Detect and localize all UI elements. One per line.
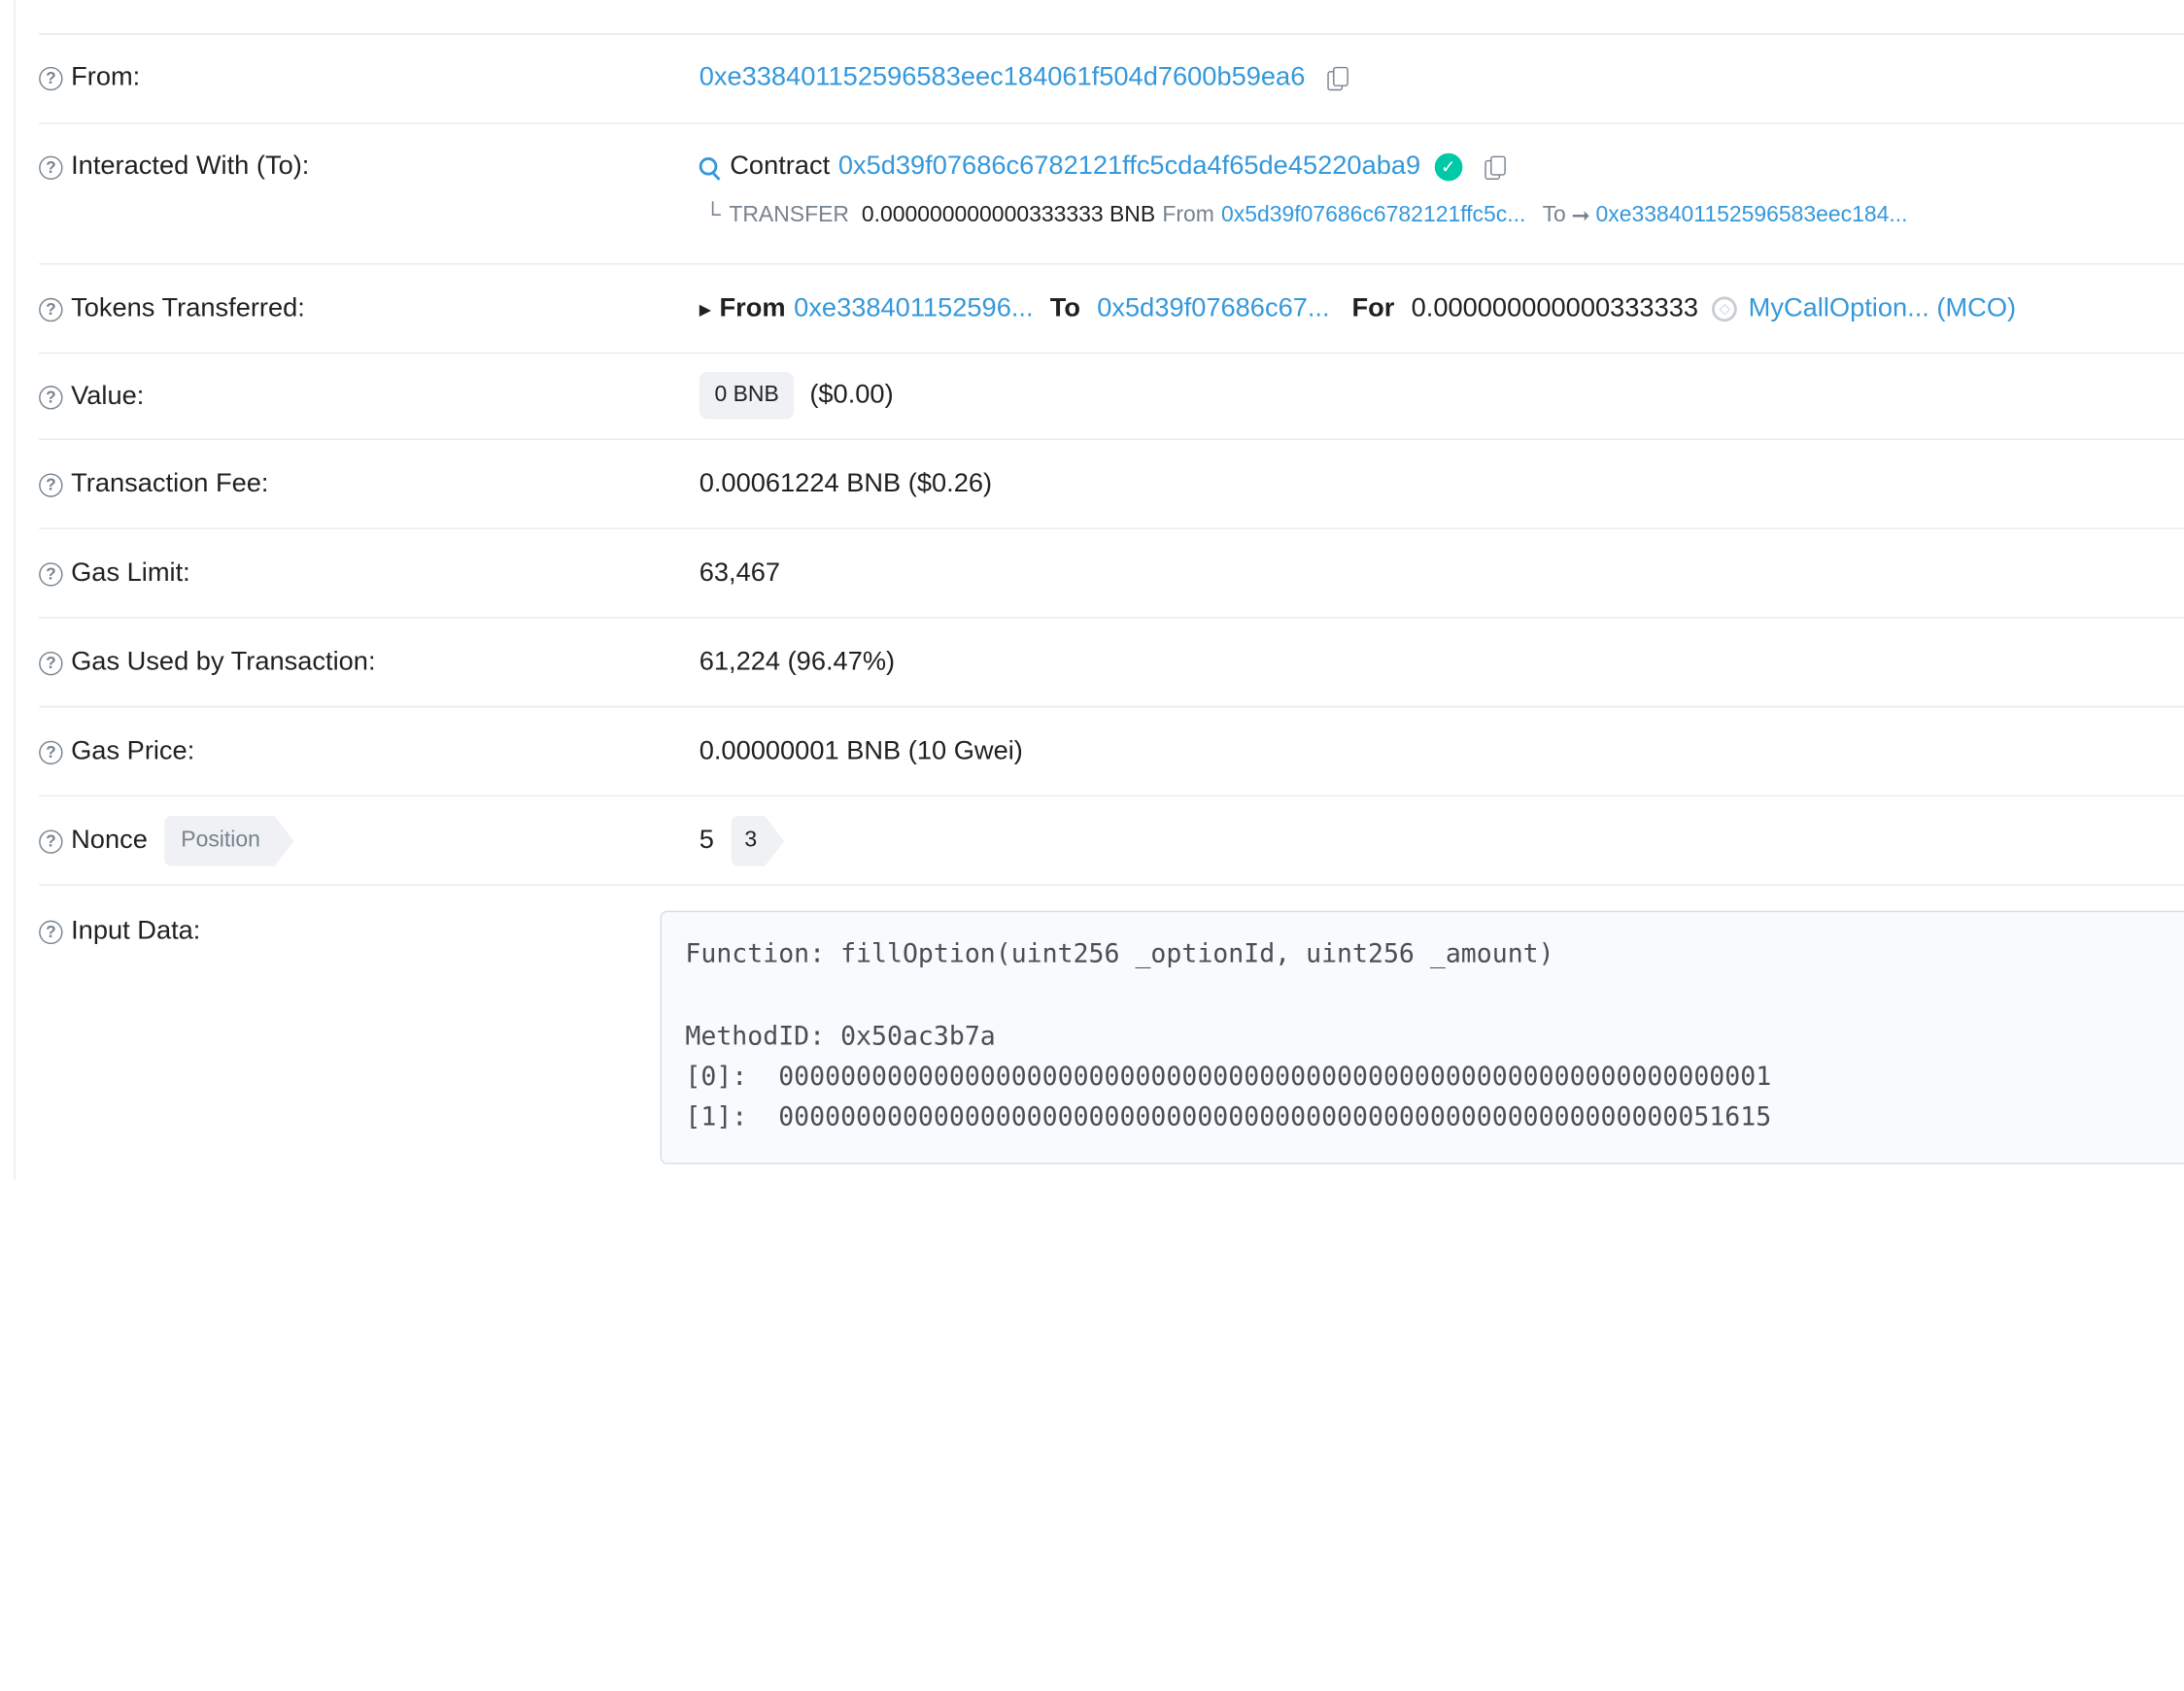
row-nonce: ? Nonce Position 5 3 [39,795,2184,886]
transfer-to-word: To [1542,203,1566,227]
help-icon[interactable]: ? [39,651,63,675]
param-1-line: [1]: 00000000000000000000000000000000000… [685,1102,1772,1133]
row-value: ? Value: 0 BNB ($0.00) [39,352,2184,440]
row-gas-limit: ? Gas Limit: 63,467 [39,527,2184,618]
gas-limit-label: Gas Limit: [71,558,190,589]
token-logo-icon: ◇ [1712,296,1738,322]
tokens-label: Tokens Transferred: [71,293,305,323]
value-badge: 0 BNB [699,371,795,420]
copy-icon[interactable] [1484,155,1506,180]
row-transaction-fee: ? Transaction Fee: 0.00061224 BNB ($0.26… [39,438,2184,529]
tokens-for-word: For [1351,293,1395,323]
contract-word: Contract [730,152,831,182]
row-from: ? From: 0xe338401152596583eec184061f504d… [39,33,2184,123]
help-icon[interactable]: ? [39,740,63,764]
function-signature-line: Function: fillOption(uint256 _optionId, … [685,939,1554,969]
help-icon[interactable]: ? [39,919,63,944]
interacted-label: Interacted With (To): [71,152,310,182]
help-icon[interactable]: ? [39,297,63,321]
search-contract-icon[interactable] [699,157,719,177]
nonce-value: 5 [699,826,714,856]
gas-price-value: 0.00000001 BNB (10 Gwei) [699,736,1023,766]
token-link[interactable]: MyCallOption... (MCO) [1749,294,2016,325]
input-data-box[interactable]: Function: fillOption(uint256 _optionId, … [660,910,2184,1165]
row-interacted-with: ? Interacted With (To): Contract 0x5d39f… [39,122,2184,264]
transfer-from-link[interactable]: 0x5d39f07686c6782121ffc5c... [1221,203,1525,228]
transaction-details-page: ? From: 0xe338401152596583eec184061f504d… [0,0,2184,1691]
fee-value: 0.00061224 BNB ($0.26) [699,469,993,499]
row-gas-price: ? Gas Price: 0.00000001 BNB (10 Gwei) [39,705,2184,796]
tokens-to-word: To [1049,293,1081,323]
tree-branch-icon: └ [704,203,721,227]
caret-right-icon[interactable]: ▶ [700,300,711,318]
arrow-right-icon: ➞ [1571,204,1590,229]
position-value-tag: 3 [731,816,785,866]
gas-used-value: 61,224 (96.47%) [699,647,896,677]
tokens-from-link[interactable]: 0xe338401152596... [794,294,1033,325]
gas-used-label: Gas Used by Transaction: [71,647,376,677]
contract-address-link[interactable]: 0x5d39f07686c6782121ffc5cda4f65de45220ab… [838,152,1420,183]
gas-limit-value: 63,467 [699,558,781,589]
left-border [14,0,16,1180]
internal-transfer-line: └ TRANSFER 0.000000000000333333 BNB From… [700,202,1908,230]
tokens-from-word: From [719,293,786,323]
help-icon[interactable]: ? [39,154,63,180]
help-icon[interactable]: ? [39,472,63,497]
copy-icon[interactable] [1327,66,1348,91]
value-usd: ($0.00) [809,380,894,410]
row-tokens-transferred: ? Tokens Transferred: ▶ From 0xe33840115… [39,262,2184,354]
gas-price-label: Gas Price: [71,736,195,766]
fee-label: Transaction Fee: [71,469,269,499]
nonce-label: Nonce [71,826,148,856]
transfer-from-word: From [1162,203,1214,227]
from-address-link[interactable]: 0xe338401152596583eec184061f504d7600b59e… [700,63,1306,94]
param-0-line: [0]: 00000000000000000000000000000000000… [685,1062,1772,1093]
method-id-line: MethodID: 0x50ac3b7a [685,1022,996,1052]
help-icon[interactable]: ? [39,385,63,409]
input-label: Input Data: [71,916,201,946]
tokens-to-link[interactable]: 0x5d39f07686c67... [1097,294,1329,325]
position-tag: Position [164,816,294,866]
help-icon[interactable]: ? [39,66,63,90]
verified-check-icon: ✓ [1434,152,1463,182]
transfer-to-link[interactable]: 0xe338401152596583eec184... [1596,203,1908,228]
help-icon[interactable]: ? [39,829,63,854]
row-gas-used: ? Gas Used by Transaction: 61,224 (96.47… [39,617,2184,707]
transfer-prefix: TRANSFER [729,203,849,227]
transfer-amount: 0.000000000000333333 BNB [861,203,1156,227]
help-icon[interactable]: ? [39,561,63,586]
tokens-amount: 0.000000000000333333 [1411,293,1699,323]
from-label: From: [71,62,141,92]
value-label: Value: [71,381,145,411]
